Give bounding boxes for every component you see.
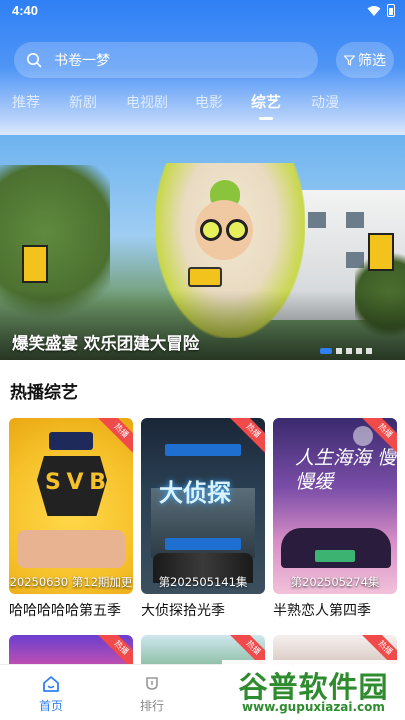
section-title: 热播综艺 <box>10 383 78 403</box>
filter-icon <box>344 54 355 66</box>
hot-badge: 热播 <box>97 418 133 455</box>
home-icon <box>43 676 59 692</box>
show-title[interactable]: 半熟恋人第四季 <box>273 600 397 620</box>
filter-button[interactable]: 筛选 <box>336 42 394 78</box>
banner-sign <box>368 233 394 271</box>
nav-home[interactable]: 首页 <box>26 675 76 714</box>
tab-new-drama[interactable]: 新剧 <box>69 92 97 112</box>
tab-anime[interactable]: 动漫 <box>311 92 339 112</box>
banner-glasses <box>226 219 248 241</box>
watermark-url: www.gupuxiazai.com <box>242 700 385 714</box>
poster-art <box>17 530 125 568</box>
poster-logo-mark: S V B <box>45 470 106 495</box>
show-card[interactable]: 人生海海 慢慢缓 热播 第202505274集 半熟恋人第四季 <box>273 418 397 620</box>
banner-glasses <box>200 219 222 241</box>
carousel-dots <box>320 348 372 354</box>
show-poster[interactable]: 热播 <box>9 635 133 665</box>
tab-movies[interactable]: 电影 <box>195 92 223 112</box>
status-icons <box>367 4 395 17</box>
tab-variety[interactable]: 综艺 <box>251 91 281 112</box>
active-tab-indicator <box>259 117 273 120</box>
carousel-dot-active[interactable] <box>320 348 332 354</box>
banner-title: 爆笑盛宴 欢乐团建大冒险 <box>12 334 200 353</box>
trophy-icon <box>146 677 158 690</box>
tab-recommend[interactable]: 推荐 <box>12 92 40 112</box>
tab-tv-series[interactable]: 电视剧 <box>126 92 168 112</box>
show-card[interactable]: S V B 热播 20250630 第12期加更 哈哈哈哈哈第五季 <box>9 418 133 620</box>
banner-window <box>346 212 364 228</box>
show-poster[interactable]: 人生海海 慢慢缓 热播 第202505274集 <box>273 418 397 594</box>
nav-ranking[interactable]: 排行 <box>127 675 177 714</box>
nav-ranking-label: 排行 <box>139 699 164 713</box>
banner-window <box>308 212 326 228</box>
show-title[interactable]: 大侦探拾光季 <box>141 600 265 620</box>
watermark-logo: 谷普软件园 www.gupuxiazai.com <box>222 660 405 720</box>
poster-moon <box>353 426 373 446</box>
nav-home-label: 首页 <box>38 699 63 713</box>
carousel-dot[interactable] <box>356 348 362 354</box>
category-tabs: 推荐 新剧 电视剧 电影 综艺 动漫 <box>0 92 405 122</box>
episode-label: 第202505141集 <box>158 575 248 589</box>
show-card[interactable]: 大侦探 热播 第202505141集 大侦探拾光季 <box>141 418 265 620</box>
search-input[interactable]: 书卷一梦 <box>14 42 318 78</box>
show-poster[interactable]: 大侦探 热播 第202505141集 <box>141 418 265 594</box>
wifi-icon <box>367 5 381 16</box>
hot-badge: 热播 <box>97 635 133 665</box>
show-title[interactable]: 哈哈哈哈哈第五季 <box>9 600 133 620</box>
search-icon <box>27 53 42 68</box>
carousel-dot[interactable] <box>336 348 342 354</box>
banner-sign <box>22 245 48 283</box>
episode-label: 第202505274集 <box>290 575 380 589</box>
poster-banner <box>165 538 241 550</box>
poster-title: 人生海海 慢慢缓 <box>295 447 397 493</box>
carousel-dot[interactable] <box>366 348 372 354</box>
banner-phone <box>188 267 222 287</box>
search-placeholder: 书卷一梦 <box>54 53 110 69</box>
episode-label: 20250630 第12期加更 <box>9 575 133 589</box>
battery-icon <box>387 4 395 17</box>
show-poster[interactable]: S V B 热播 20250630 第12期加更 <box>9 418 133 594</box>
status-bar: 4:40 <box>0 0 405 22</box>
poster-people <box>281 528 391 568</box>
filter-label: 筛选 <box>358 53 386 69</box>
poster-logo <box>315 550 355 562</box>
poster-banner <box>165 444 241 456</box>
poster-title: 大侦探 <box>159 479 231 507</box>
banner-carousel[interactable]: 爆笑盛宴 欢乐团建大冒险 <box>0 135 405 360</box>
poster-logo-top <box>49 432 93 450</box>
status-time: 4:40 <box>12 3 39 18</box>
carousel-dot[interactable] <box>346 348 352 354</box>
